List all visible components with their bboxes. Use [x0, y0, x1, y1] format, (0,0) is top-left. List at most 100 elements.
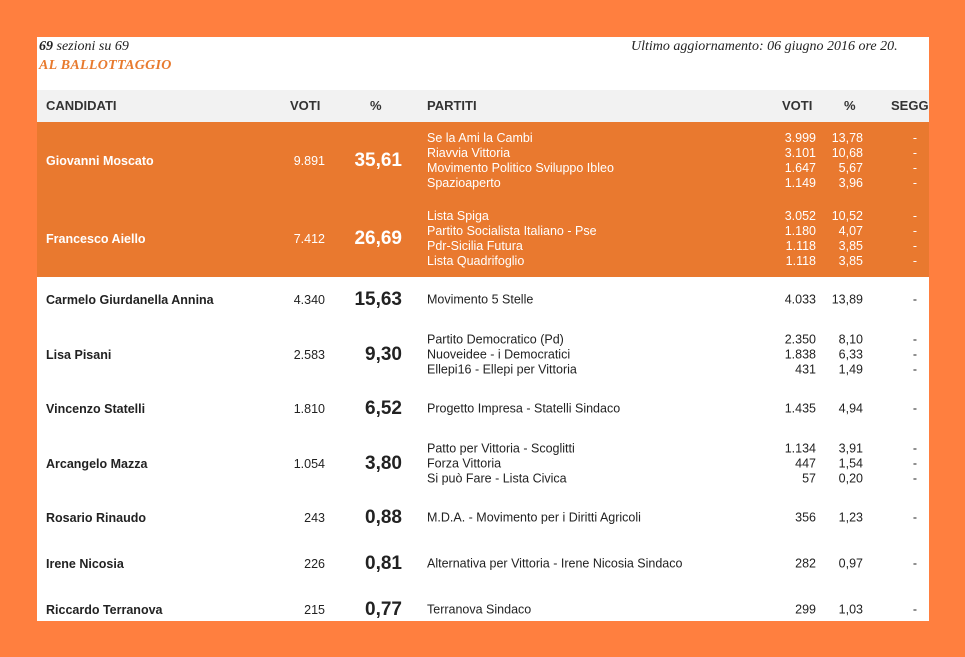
party-name: Partito Democratico (Pd): [427, 332, 564, 346]
col-party-votes: VOTI: [782, 98, 813, 113]
party-row: Se la Ami la Cambi 3.999 13,78 -: [427, 131, 929, 146]
party-name: Movimento 5 Stelle: [427, 292, 534, 307]
candidate-votes: 1.810: [293, 402, 325, 416]
party-name: Lista Spiga: [427, 208, 489, 223]
party-row: Riavvia Vittoria 3.101 10,68 -: [427, 146, 929, 161]
party-row: Movimento 5 Stelle 4.033 13,89 -: [427, 293, 929, 308]
party-name: Si può Fare - Lista Civica: [427, 471, 567, 485]
party-row: Alternativa per Vittoria - Irene Nicosia…: [427, 557, 929, 572]
party-seats: -: [912, 176, 917, 190]
candidate-votes: 226: [304, 557, 325, 571]
party-list: Se la Ami la Cambi 3.999 13,78- Riavvia Vit…: [427, 131, 929, 191]
candidate-name: Lisa Pisani: [46, 347, 112, 362]
party-row: Patto per Vittoria - Scoglitti 1.134 3,91 -: [427, 441, 929, 456]
candidate-percent: 26,69: [354, 227, 402, 249]
party-percent: 10,68: [831, 146, 863, 160]
party-name: Ellepi16 - Ellepi per Vittoria: [427, 362, 577, 376]
party-name: Progetto Impresa - Statelli Sindaco: [427, 401, 621, 416]
party-row: Progetto Impresa - Statelli Sindaco 1.435…: [427, 402, 929, 417]
party-list: M.D.A. - Movimento per i Diritti Agricol…: [427, 511, 929, 526]
party-votes: 1.118: [785, 253, 816, 268]
party-name: Patto per Vittoria - Scoglitti: [427, 441, 575, 455]
party-percent: 13,89: [831, 292, 863, 307]
party-percent: 8,10: [838, 332, 863, 346]
candidate-votes: 7.412: [293, 231, 325, 246]
candidate-name: Vincenzo Statelli: [46, 402, 146, 416]
party-row: Partito Socialista Italiano - Pse 1.180 4,…: [427, 224, 929, 239]
candidate-percent: 0,77: [365, 599, 402, 620]
candidate-row: Rosario Rinaudo 243 0,88 M.D.A. - Movimento…: [37, 495, 929, 542]
party-votes: 431: [795, 362, 816, 376]
party-percent: 3,85: [838, 253, 863, 268]
party-name: Se la Ami la Cambi: [427, 131, 533, 145]
party-percent: 3,96: [838, 176, 863, 190]
party-name: Partito Socialista Italiano - Pse: [427, 223, 597, 238]
candidate-percent: 0,81: [365, 553, 402, 574]
party-seats: -: [912, 602, 917, 617]
party-votes: 282: [795, 556, 816, 571]
candidate-percent: 0,88: [365, 507, 402, 528]
party-percent: 3,85: [838, 238, 863, 253]
col-seats: SEGG: [891, 98, 929, 113]
party-row: Ellepi16 - Ellepi per Vittoria 431 1,49 -: [427, 362, 929, 377]
party-seats: -: [912, 362, 917, 376]
party-name: M.D.A. - Movimento per i Diritti Agricol…: [427, 510, 641, 525]
party-votes: 1.838: [784, 347, 816, 361]
party-seats: -: [912, 292, 917, 307]
col-candidates: CANDIDATI: [46, 98, 117, 113]
party-row: Lista Quadrifoglio 1.118 3,85 -: [427, 254, 929, 269]
party-seats: -: [912, 401, 917, 416]
party-percent: 5,67: [838, 161, 863, 175]
party-row: Lista Spiga 3.052 10,52 -: [427, 209, 929, 224]
col-pct: %: [370, 98, 382, 113]
candidate-votes: 9.891: [293, 154, 325, 168]
sections-text: sezioni su 69: [56, 39, 129, 54]
party-percent: 3,91: [838, 441, 863, 455]
party-seats: -: [912, 223, 917, 238]
table-header: CANDIDATI VOTI % PARTITI VOTI % SEGG: [37, 90, 929, 122]
party-percent: 13,78: [831, 131, 863, 145]
party-seats: -: [912, 253, 917, 268]
candidate-name: Carmelo Giurdanella Annina: [46, 293, 214, 307]
party-votes: 1.435: [784, 401, 816, 416]
candidate-row: Arcangelo Mazza 1.054 3,80 Patto per Vittor…: [37, 432, 929, 496]
candidate-percent: 9,30: [365, 343, 402, 365]
party-name: Terranova Sindaco: [427, 602, 532, 617]
candidate-row: Riccardo Terranova 215 0,77 Terranova Sinda…: [37, 587, 929, 621]
candidate-name: Riccardo Terranova: [46, 603, 163, 617]
party-seats: -: [912, 556, 917, 571]
party-row: Nuoveidee - i Democratici 1.838 6,33 -: [427, 347, 929, 362]
party-row: Partito Democratico (Pd) 2.350 8,10 -: [427, 332, 929, 347]
candidate-votes: 243: [304, 511, 325, 525]
party-row: Terranova Sindaco 299 1,03 -: [427, 603, 929, 618]
party-percent: 10,52: [831, 208, 863, 223]
candidate-name: Francesco Aiello: [46, 231, 146, 246]
party-seats: -: [912, 332, 917, 346]
candidate-percent: 15,63: [354, 289, 402, 310]
party-votes: 1.647: [784, 161, 816, 175]
party-percent: 4,07: [838, 223, 863, 238]
candidate-percent: 35,61: [354, 150, 402, 171]
party-seats: -: [912, 471, 917, 485]
party-seats: -: [912, 208, 917, 223]
col-party-pct: %: [844, 98, 856, 113]
party-list: Progetto Impresa - Statelli Sindaco 1.435…: [427, 402, 929, 417]
col-parties: PARTITI: [427, 98, 477, 113]
party-seats: -: [912, 131, 917, 145]
candidate-row: Carmelo Giurdanella Annina 4.340 15,63 Movi…: [37, 277, 929, 324]
party-votes: 57: [802, 471, 816, 485]
party-votes: 1.118: [785, 238, 816, 253]
party-percent: 1,49: [838, 362, 863, 376]
party-name: Lista Quadrifoglio: [427, 253, 525, 268]
candidate-votes: 4.340: [293, 293, 325, 307]
party-seats: -: [912, 347, 917, 361]
party-percent: 1,23: [838, 510, 863, 525]
party-list: Lista Spiga 3.052 10,52- Partito Socialista…: [427, 209, 929, 269]
candidate-votes: 215: [304, 603, 325, 617]
party-votes: 3.052: [784, 208, 816, 223]
candidate-row: Giovanni Moscato 9.891 35,61 Se la Ami la C…: [37, 122, 929, 202]
party-list: Movimento 5 Stelle 4.033 13,89 -: [427, 293, 929, 308]
results-panel: 69 sezioni su 69 AL BALLOTTAGGIO Ultimo …: [37, 37, 929, 621]
candidate-percent: 6,52: [365, 398, 402, 419]
candidate-row: Lisa Pisani 2.583 9,30 Partito Democratico …: [37, 323, 929, 387]
